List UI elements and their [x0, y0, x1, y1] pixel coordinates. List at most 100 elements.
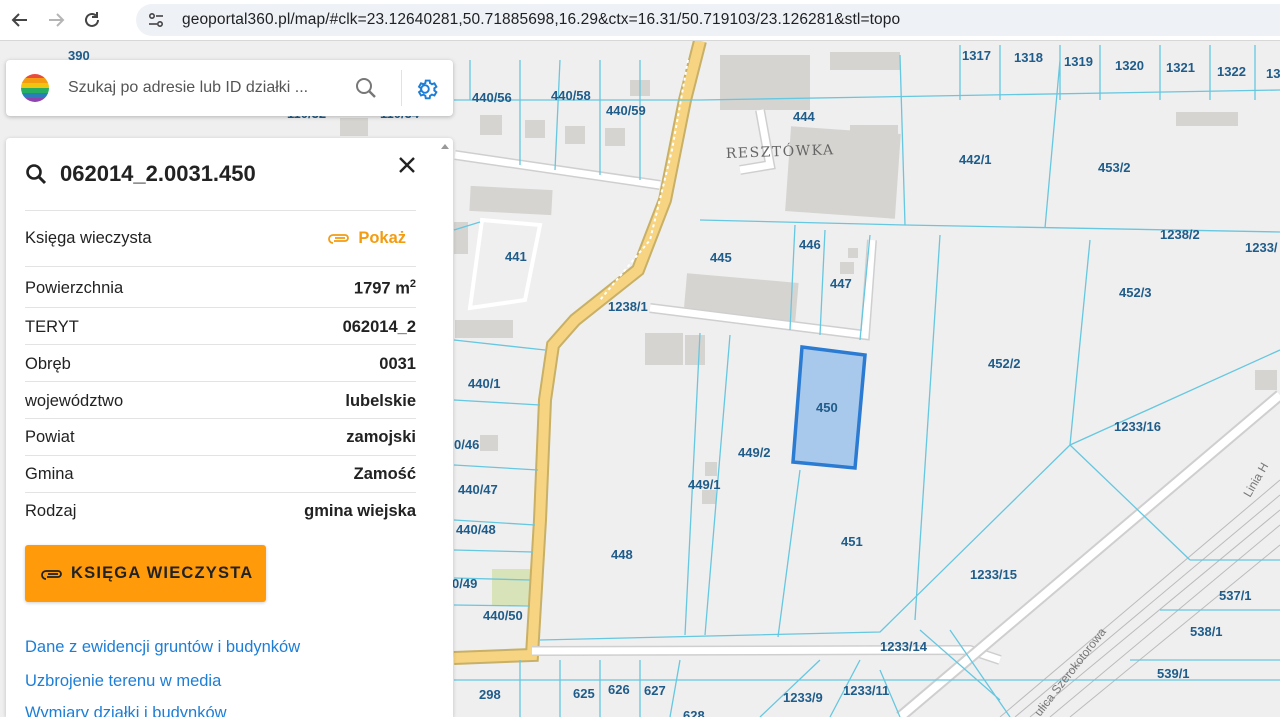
- parcel-label: 441: [505, 249, 527, 264]
- paperclip-icon: [41, 569, 62, 580]
- utilities-link[interactable]: Uzbrojenie terenu w media: [25, 672, 221, 691]
- parcel-label: 440/56: [472, 90, 512, 105]
- parcel-label: 1238/2: [1160, 227, 1200, 242]
- parcel-label: 1233/15: [970, 567, 1017, 582]
- egib-data-link[interactable]: Dane z ewidencji gruntów i budynków: [25, 638, 300, 657]
- parcel-label: 452/3: [1119, 285, 1152, 300]
- area-label: Powierzchnia: [25, 278, 124, 297]
- row-label: Obręb: [25, 354, 71, 373]
- paperclip-icon: [328, 234, 350, 244]
- parcel-label: 0/49: [452, 576, 477, 591]
- scroll-up-arrow-icon[interactable]: [440, 141, 450, 151]
- close-icon: [399, 157, 415, 173]
- parcel-label: 448: [611, 547, 633, 562]
- info-row: Gmina Zamość: [25, 456, 416, 492]
- parcel-label: 1320: [1115, 58, 1144, 73]
- divider: [25, 381, 416, 382]
- parcel-label: 1233/14: [880, 639, 928, 654]
- kw-label: Księga wieczysta: [25, 228, 152, 247]
- parcel-id-title: 062014_2.0031.450: [60, 161, 256, 186]
- parcel-label: 440/1: [468, 376, 501, 391]
- gear-icon: [417, 79, 438, 100]
- parcel-label: 13: [1266, 66, 1280, 81]
- show-kw-link[interactable]: Pokaż: [328, 229, 406, 248]
- search-icon: [26, 164, 47, 185]
- parcel-label: 1233/11: [843, 683, 889, 698]
- reload-icon: [85, 12, 99, 27]
- row-label: TERYT: [25, 317, 79, 336]
- row-value: zamojski: [346, 427, 416, 446]
- divider: [25, 307, 416, 308]
- parcel-label: 625: [573, 686, 595, 701]
- parcel-label: 1322: [1217, 64, 1246, 79]
- region-label: RESZTÓWKA: [726, 140, 835, 162]
- parcel-label: 451: [841, 534, 863, 549]
- parcel-label: 449/2: [738, 445, 771, 460]
- parcel-label: 1233/9: [783, 690, 823, 705]
- parcel-label: 537/1: [1219, 588, 1252, 603]
- area-value: 1797 m2: [353, 277, 416, 298]
- arrow-left-icon: [11, 13, 27, 27]
- site-settings-icon[interactable]: [140, 4, 172, 36]
- browser-toolbar: geoportal360.pl/map/#clk=23.12640281,50.…: [0, 0, 1280, 41]
- divider: [25, 266, 416, 267]
- parcel-label: 440/48: [456, 522, 496, 537]
- parcel-label: 440/47: [458, 482, 498, 497]
- parcel-label: 449/1: [688, 477, 721, 492]
- street-label: ulica Szerokotorowa: [1031, 625, 1109, 717]
- land-register-button[interactable]: KSIĘGA WIECZYSTA: [25, 545, 266, 602]
- parcel-label: 440/58: [551, 88, 591, 103]
- parcel-label: 1321: [1166, 60, 1195, 75]
- parcel-label: 442/1: [959, 152, 992, 167]
- row-label: Rodzaj: [25, 501, 77, 520]
- land-register-button-label: KSIĘGA WIECZYSTA: [71, 564, 254, 582]
- parcel-label: 447: [830, 276, 852, 291]
- row-label: Powiat: [25, 427, 75, 446]
- info-row: województwo lubelskie: [25, 383, 416, 419]
- panel-header: 062014_2.0031.450: [24, 158, 420, 190]
- row-label: Gmina: [25, 464, 74, 483]
- back-button[interactable]: [4, 4, 36, 36]
- parcel-label: 1317: [962, 48, 991, 63]
- row-value: Zamość: [353, 464, 416, 483]
- search-bar: [6, 60, 453, 116]
- forward-button[interactable]: [40, 4, 72, 36]
- parcel-label: 627: [644, 683, 666, 698]
- parcel-label: 539/1: [1157, 666, 1190, 681]
- row-value: 062014_2: [342, 317, 416, 336]
- parcel-label: 446: [799, 237, 821, 252]
- row-label: województwo: [25, 391, 124, 410]
- arrow-right-icon: [49, 13, 65, 27]
- reload-button[interactable]: [76, 4, 108, 36]
- search-icon: [356, 78, 376, 98]
- parcel-label: 1238/1: [608, 299, 648, 314]
- divider: [25, 210, 416, 211]
- green-area: [492, 569, 530, 605]
- parcel-label: 298: [479, 687, 501, 702]
- parcel-label: 453/2: [1098, 160, 1131, 175]
- address-bar[interactable]: geoportal360.pl/map/#clk=23.12640281,50.…: [136, 4, 1280, 36]
- parcel-label: 445: [710, 250, 732, 265]
- parcel-label: 440/50: [483, 608, 523, 623]
- parcel-label: 628: [683, 708, 705, 717]
- url-text: geoportal360.pl/map/#clk=23.12640281,50.…: [182, 11, 901, 28]
- close-button[interactable]: [394, 152, 420, 178]
- parcel-label: 452/2: [988, 356, 1021, 371]
- info-row: Obręb 0031: [25, 346, 416, 382]
- street-label: Linia H: [1240, 460, 1271, 499]
- settings-button[interactable]: [410, 74, 440, 104]
- divider: [401, 70, 402, 106]
- search-input[interactable]: [66, 78, 340, 98]
- parcel-label: 1233/: [1245, 240, 1278, 255]
- divider: [25, 344, 416, 345]
- geoportal-logo[interactable]: [20, 73, 50, 103]
- row-value: 0031: [379, 354, 416, 373]
- show-kw-label: Pokaż: [358, 228, 406, 247]
- parcel-label: 1319: [1064, 54, 1093, 69]
- info-row: TERYT 062014_2: [25, 309, 416, 345]
- parcel-label: 626: [608, 682, 630, 697]
- dimensions-link[interactable]: Wymiary działki i budynków: [25, 704, 227, 717]
- parcel-label: 444: [793, 109, 815, 124]
- row-value: lubelskie: [345, 391, 416, 410]
- search-button[interactable]: [352, 74, 380, 102]
